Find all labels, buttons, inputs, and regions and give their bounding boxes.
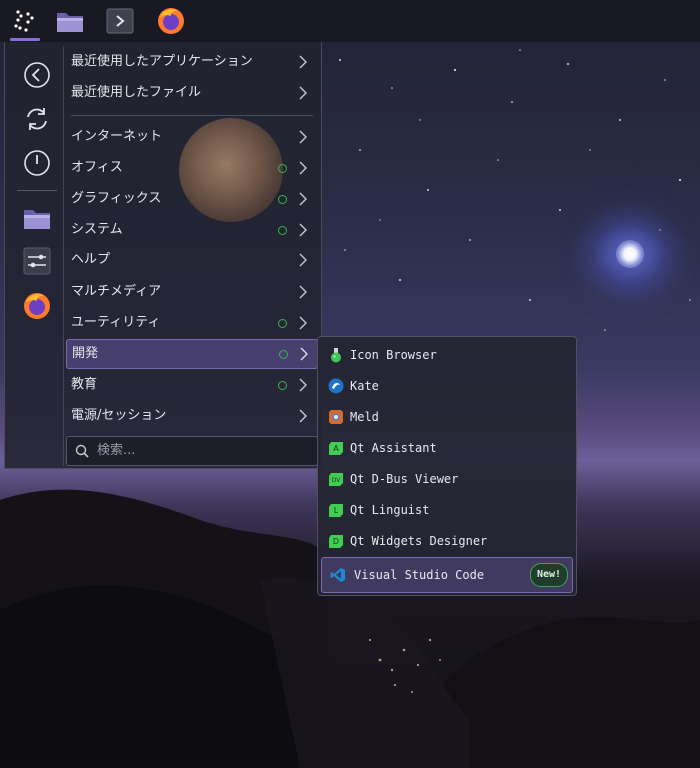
bright-star — [616, 240, 644, 268]
qt-designer-icon: D — [329, 535, 343, 548]
chevron-right-icon — [299, 86, 307, 100]
menu-item-utilities[interactable]: ユーティリティ — [66, 309, 316, 337]
menu-separator — [71, 115, 313, 116]
app-name: Qt Linguist — [350, 503, 430, 517]
app-name: Qt D-Bus Viewer — [350, 472, 459, 486]
new-apps-indicator — [278, 381, 287, 390]
kate-icon — [328, 378, 344, 394]
qt-assistant-icon: A — [329, 442, 343, 455]
development-submenu: Icon Browser Kate Meld A Qt Assistant DV… — [317, 336, 577, 596]
menu-item-multimedia[interactable]: マルチメディア — [66, 278, 316, 306]
search-placeholder: 検索... — [97, 443, 136, 458]
search-icon — [75, 444, 89, 458]
meld-icon — [329, 410, 343, 424]
app-name: Icon Browser — [350, 348, 437, 362]
menu-item-power-session[interactable]: 電源/セッション — [66, 402, 316, 430]
svg-text:DV: DV — [332, 477, 342, 484]
menu-item-recent-files[interactable]: 最近使用したファイル — [66, 79, 316, 107]
menu-item-label: ヘルプ — [71, 252, 111, 267]
chevron-right-icon — [299, 285, 307, 299]
application-menu: 最近使用したアプリケーション 最近使用したファイル インターネット オフィス グ… — [4, 42, 322, 469]
kde-launcher-icon[interactable] — [8, 4, 42, 38]
menu-item-label: オフィス — [71, 160, 123, 175]
app-item-visual-studio-code[interactable]: Visual Studio Code New! — [321, 557, 573, 593]
app-item-qt-dbus-viewer[interactable]: DV Qt D-Bus Viewer — [318, 465, 576, 493]
app-name: Qt Assistant — [350, 441, 437, 455]
search-input[interactable]: 検索... — [66, 436, 318, 466]
app-item-kate[interactable]: Kate — [318, 372, 576, 400]
menu-item-label: ユーティリティ — [71, 315, 161, 330]
menu-item-label: システム — [71, 222, 123, 237]
svg-text:L: L — [334, 506, 339, 515]
menu-item-system[interactable]: システム — [66, 216, 316, 244]
chevron-right-icon — [300, 347, 308, 361]
qt-linguist-icon: L — [329, 504, 343, 517]
firefox-icon[interactable] — [20, 289, 54, 323]
back-icon[interactable] — [20, 58, 54, 92]
refresh-icon[interactable] — [20, 102, 54, 136]
new-apps-indicator — [278, 195, 287, 204]
menu-item-label: 電源/セッション — [71, 408, 167, 423]
sidebar-separator — [17, 190, 57, 191]
chevron-right-icon — [299, 161, 307, 175]
menu-item-label: 教育 — [71, 377, 98, 392]
menu-item-recent-apps[interactable]: 最近使用したアプリケーション — [66, 48, 316, 76]
terminal-icon[interactable] — [103, 4, 137, 38]
new-apps-indicator — [279, 350, 288, 359]
folder-icon[interactable] — [53, 4, 87, 38]
vscode-icon — [330, 568, 345, 582]
app-item-qt-widgets-designer[interactable]: D Qt Widgets Designer — [318, 527, 576, 555]
app-name: Visual Studio Code — [354, 568, 485, 582]
new-badge: New! — [530, 563, 568, 587]
menu-item-internet[interactable]: インターネット — [66, 123, 316, 151]
power-icon[interactable] — [20, 146, 54, 180]
menu-item-label: 最近使用したファイル — [71, 85, 202, 100]
menu-item-development[interactable]: 開発 — [66, 339, 318, 369]
menu-item-label: 最近使用したアプリケーション — [71, 54, 253, 69]
firefox-icon[interactable] — [154, 4, 188, 38]
chevron-right-icon — [299, 253, 307, 267]
app-name: Qt Widgets Designer — [350, 534, 488, 548]
app-item-qt-assistant[interactable]: A Qt Assistant — [318, 434, 576, 462]
settings-sliders-icon[interactable] — [20, 244, 54, 278]
top-panel — [0, 0, 700, 42]
menu-item-label: グラフィックス — [71, 191, 162, 206]
app-item-icon-browser[interactable]: Icon Browser — [318, 341, 576, 369]
menu-item-label: 開発 — [72, 346, 99, 361]
new-apps-indicator — [278, 319, 287, 328]
chevron-right-icon — [299, 316, 307, 330]
chevron-right-icon — [299, 378, 307, 392]
chevron-right-icon — [299, 130, 307, 144]
active-indicator — [10, 38, 40, 41]
menu-item-label: インターネット — [71, 129, 163, 144]
chevron-right-icon — [299, 409, 307, 423]
svg-text:A: A — [333, 444, 339, 453]
app-name: Kate — [350, 379, 379, 393]
chevron-right-icon — [299, 55, 307, 69]
folder-icon[interactable] — [20, 201, 54, 235]
app-name: Meld — [350, 410, 379, 424]
qt-dbus-icon: DV — [329, 473, 343, 486]
app-item-qt-linguist[interactable]: L Qt Linguist — [318, 496, 576, 524]
menu-item-label: マルチメディア — [71, 284, 162, 299]
menu-item-education[interactable]: 教育 — [66, 371, 316, 399]
app-item-meld[interactable]: Meld — [318, 403, 576, 431]
chevron-right-icon — [299, 223, 307, 237]
menu-item-graphics[interactable]: グラフィックス — [66, 185, 316, 213]
menu-item-help[interactable]: ヘルプ — [66, 246, 316, 274]
menu-sidebar — [9, 46, 64, 466]
chevron-right-icon — [299, 192, 307, 206]
svg-text:D: D — [333, 537, 339, 546]
flask-icon — [331, 348, 341, 363]
menu-item-office[interactable]: オフィス — [66, 154, 316, 182]
new-apps-indicator — [278, 164, 287, 173]
new-apps-indicator — [278, 226, 287, 235]
